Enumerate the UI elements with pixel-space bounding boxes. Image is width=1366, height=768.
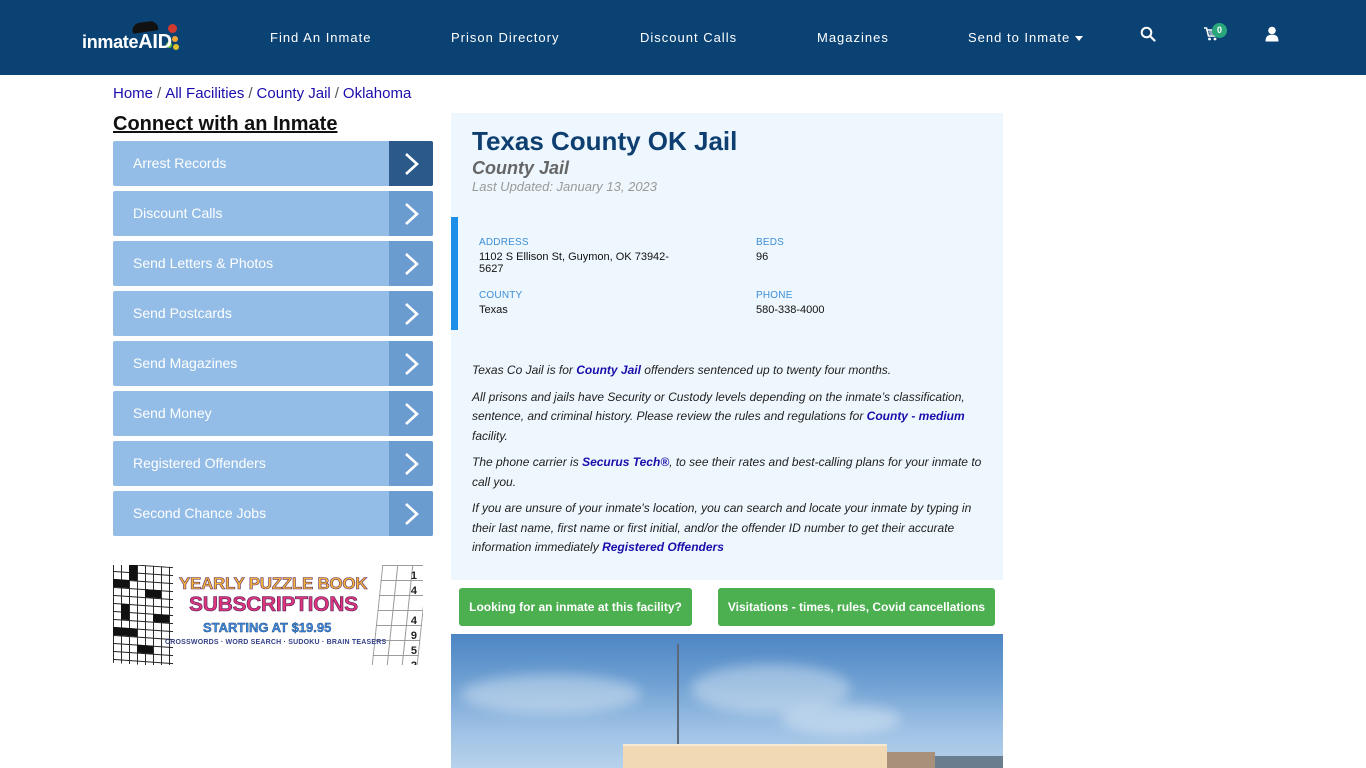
sidebar-item-label: Registered Offenders — [133, 455, 266, 471]
breadcrumb-county-jail[interactable]: County Jail — [257, 85, 331, 102]
chevron-right-icon — [389, 441, 433, 486]
sidebar-item-send-postcards[interactable]: Send Postcards — [113, 291, 433, 336]
nav-magazines[interactable]: Magazines — [817, 30, 889, 45]
breadcrumb: Home / All Facilities / County Jail / Oklahoma — [113, 85, 411, 102]
sidebar-item-label: Send Magazines — [133, 355, 238, 371]
county-value: Texas — [479, 304, 508, 316]
address-value: 1102 S Ellison St, Guymon, OK 73942- 5627 — [479, 251, 669, 275]
chevron-right-icon — [389, 141, 433, 186]
sidebar-item-label: Send Letters & Photos — [133, 255, 274, 271]
county-medium-link[interactable]: County - medium — [867, 409, 965, 423]
sidebar-item-label: Discount Calls — [133, 205, 223, 221]
sidebar-item-send-magazines[interactable]: Send Magazines — [113, 341, 433, 386]
chevron-right-icon — [389, 391, 433, 436]
jail-building-graphic — [623, 746, 887, 768]
sudoku-digits: 1 4 4 9 5 2 — [410, 570, 417, 665]
sidebar-menu: Arrest Records Discount Calls Send Lette… — [113, 141, 433, 541]
sidebar-item-label: Arrest Records — [133, 155, 227, 171]
sidebar-item-send-letters-photos[interactable]: Send Letters & Photos — [113, 241, 433, 286]
phone-label: PHONE — [756, 290, 793, 301]
last-updated: Last Updated: January 13, 2023 — [472, 179, 658, 194]
county-jail-link[interactable]: County Jail — [576, 363, 641, 377]
find-inmate-at-facility-button[interactable]: Looking for an inmate at this facility? — [459, 588, 692, 626]
breadcrumb-separator: / — [248, 85, 253, 102]
annex-building-graphic — [887, 752, 935, 768]
ad-tagline: CROSSWORDS · WORD SEARCH · SUDOKU · BRAI… — [165, 639, 387, 646]
nav-find-an-inmate[interactable]: Find An Inmate — [270, 30, 371, 45]
chevron-right-icon — [389, 291, 433, 336]
sidebar-item-second-chance-jobs[interactable]: Second Chance Jobs — [113, 491, 433, 536]
sidebar-item-label: Send Money — [133, 405, 212, 421]
breadcrumb-separator: / — [157, 85, 162, 102]
visitations-button[interactable]: Visitations - times, rules, Covid cancel… — [718, 588, 995, 626]
description-paragraph: Texas Co Jail is for County Jail offende… — [472, 363, 892, 377]
beds-label: BEDS — [756, 237, 785, 248]
phone-value: 580-338-4000 — [756, 304, 825, 316]
facility-name: Texas County OK Jail — [472, 126, 738, 156]
nav-discount-calls[interactable]: Discount Calls — [640, 30, 737, 45]
crossword-grid-graphic — [113, 565, 173, 665]
nav-send-to-inmate[interactable]: Send to Inmate — [968, 30, 1084, 45]
sidebar-item-label: Send Postcards — [133, 305, 232, 321]
ad-subheadline: SUBSCRIPTIONS — [189, 593, 359, 617]
breadcrumb-oklahoma[interactable]: Oklahoma — [343, 85, 411, 102]
facility-info-box: ADDRESS 1102 S Ellison St, Guymon, OK 73… — [451, 217, 1003, 330]
ad-headline: YEARLY PUZZLE BOOK — [179, 574, 368, 594]
cart-count-badge: 0 — [1212, 23, 1227, 38]
facility-description: Texas Co Jail is for County Jail offende… — [472, 361, 987, 565]
chevron-right-icon — [389, 341, 433, 386]
ad-price: STARTING AT $19.95 — [203, 620, 332, 635]
chevron-right-icon — [389, 191, 433, 236]
inmateaid-logo[interactable]: inmateAID — [82, 20, 182, 54]
caret-down-icon — [1075, 36, 1084, 42]
cloud-graphic — [781, 704, 901, 734]
puzzle-book-ad-banner[interactable]: 1 4 4 9 5 2 YEARLY PUZZLE BOOK SUBSCRIPT… — [113, 565, 423, 665]
breadcrumb-home[interactable]: Home — [113, 85, 153, 102]
sidebar-item-discount-calls[interactable]: Discount Calls — [113, 191, 433, 236]
county-label: COUNTY — [479, 290, 523, 301]
chevron-right-icon — [389, 491, 433, 536]
breadcrumb-separator: / — [334, 85, 339, 102]
breadcrumb-all-facilities[interactable]: All Facilities — [165, 85, 244, 102]
facility-card: Texas County OK Jail County Jail Last Up… — [451, 113, 1003, 580]
logo-text: inmateAID — [82, 31, 172, 53]
nav-send-to-inmate-label: Send to Inmate — [968, 30, 1071, 45]
registered-offenders-link[interactable]: Registered Offenders — [602, 540, 724, 554]
cloud-graphic — [461, 674, 641, 714]
sidebar-item-arrest-records[interactable]: Arrest Records — [113, 141, 433, 186]
facility-type: County Jail — [472, 158, 570, 178]
sidebar-title: Connect with an Inmate — [113, 113, 338, 135]
securus-tech-link[interactable]: Securus Tech® — [582, 455, 669, 469]
description-paragraph: All prisons and jails have Security or C… — [472, 389, 965, 443]
description-paragraph: If you are unsure of your inmate's locat… — [472, 501, 972, 554]
search-icon[interactable] — [1140, 26, 1160, 46]
sidebar-item-registered-offenders[interactable]: Registered Offenders — [113, 441, 433, 486]
description-paragraph: The phone carrier is Securus Tech®, to s… — [472, 455, 982, 489]
facility-photo — [451, 634, 1003, 768]
sidebar-item-label: Second Chance Jobs — [133, 505, 267, 521]
trees-graphic — [935, 756, 1003, 768]
nav-prison-directory[interactable]: Prison Directory — [451, 30, 559, 45]
beds-value: 96 — [756, 251, 769, 263]
address-label: ADDRESS — [479, 237, 529, 248]
top-navbar: inmateAID Find An Inmate Prison Director… — [0, 0, 1366, 75]
user-icon[interactable] — [1265, 26, 1285, 46]
sidebar-item-send-money[interactable]: Send Money — [113, 391, 433, 436]
chevron-right-icon — [389, 241, 433, 286]
